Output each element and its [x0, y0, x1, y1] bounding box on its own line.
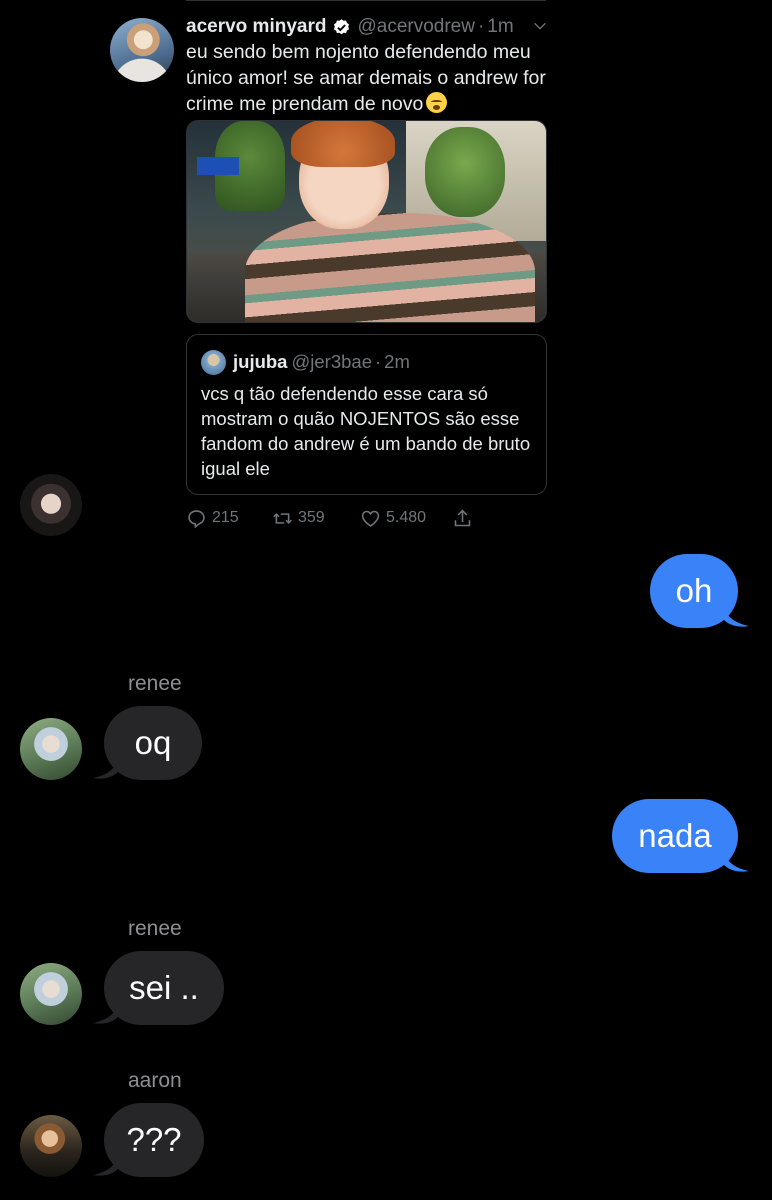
- tweet-photo[interactable]: [186, 120, 547, 323]
- quoted-display-name: jujuba: [233, 351, 288, 372]
- message-bubble-outgoing[interactable]: nada: [612, 799, 738, 873]
- sender-avatar[interactable]: [20, 963, 82, 1025]
- chevron-down-icon[interactable]: [532, 18, 548, 34]
- message-bubble-incoming[interactable]: ???: [104, 1103, 204, 1177]
- like-count: 5.480: [386, 509, 427, 526]
- tweet-timestamp[interactable]: 1m: [487, 16, 513, 38]
- heart-icon: [361, 510, 380, 527]
- tweet-separator: ·: [477, 16, 485, 37]
- tweet-display-name[interactable]: acervo minyard: [186, 16, 326, 38]
- reply-icon: [188, 509, 205, 528]
- quoted-tweet-header: jujuba @jer3bae · 2m: [233, 351, 410, 373]
- retweet-count: 359: [298, 509, 325, 526]
- tweet-actions: 215 359 5.480: [186, 505, 486, 531]
- tweet-text: eu sendo bem nojento defendendo meu únic…: [186, 39, 548, 117]
- bubble-tail: [93, 1155, 118, 1176]
- retweet-icon: [273, 512, 292, 524]
- quoted-tweet[interactable]: jujuba @jer3bae · 2m vcs q tão defendendo e…: [186, 334, 547, 495]
- tweet-author-avatar[interactable]: [110, 18, 174, 82]
- sender-name: renee: [128, 672, 182, 695]
- tweet-header: acervo minyard @acervodrew · 1m: [186, 15, 548, 39]
- sender-name: aaron: [128, 1069, 182, 1092]
- photo-sign: [197, 157, 239, 175]
- sender-avatar[interactable]: [20, 718, 82, 780]
- bubble-tail: [724, 851, 749, 872]
- message-text: oh: [675, 572, 713, 609]
- flushed-face-icon: [426, 92, 448, 113]
- chat-screen: acervo minyard @acervodrew · 1m eu sendo…: [0, 0, 772, 1200]
- message-text: oq: [134, 724, 172, 761]
- bubble-tail: [93, 758, 118, 779]
- retweet-button[interactable]: 359: [272, 505, 325, 531]
- sender-name: renee: [128, 917, 182, 940]
- quoted-timestamp: 2m: [384, 351, 410, 372]
- bubble-tail: [93, 1003, 118, 1024]
- reply-button[interactable]: 215: [186, 505, 239, 531]
- tweet-text-body: eu sendo bem nojento defendendo meu únic…: [186, 41, 546, 115]
- quoted-tweet-text: vcs q tão defendendo esse cara só mostra…: [201, 383, 531, 479]
- message-text: nada: [638, 817, 712, 854]
- quoted-handle: @jer3bae: [291, 351, 372, 372]
- message-bubble-incoming[interactable]: sei ..: [104, 951, 224, 1025]
- quoted-author-avatar: [201, 350, 226, 375]
- message-text: sei ..: [129, 969, 199, 1006]
- like-button[interactable]: 5.480: [360, 505, 426, 531]
- photo-tree: [425, 127, 505, 217]
- message-text: ???: [126, 1121, 182, 1158]
- photo-person-hair: [291, 121, 395, 167]
- sender-avatar[interactable]: [20, 1115, 82, 1177]
- bubble-tail: [724, 606, 749, 627]
- share-button[interactable]: [452, 505, 478, 531]
- quoted-separator: ·: [374, 351, 382, 372]
- sender-avatar[interactable]: [20, 474, 82, 536]
- tweet-handle[interactable]: @acervodrew: [357, 16, 475, 38]
- share-icon: [454, 509, 471, 526]
- photo-person-sweater: [245, 213, 535, 322]
- verified-badge-icon: [334, 18, 350, 34]
- divider: [186, 0, 546, 1]
- reply-count: 215: [212, 509, 239, 526]
- message-bubble-incoming[interactable]: oq: [104, 706, 202, 780]
